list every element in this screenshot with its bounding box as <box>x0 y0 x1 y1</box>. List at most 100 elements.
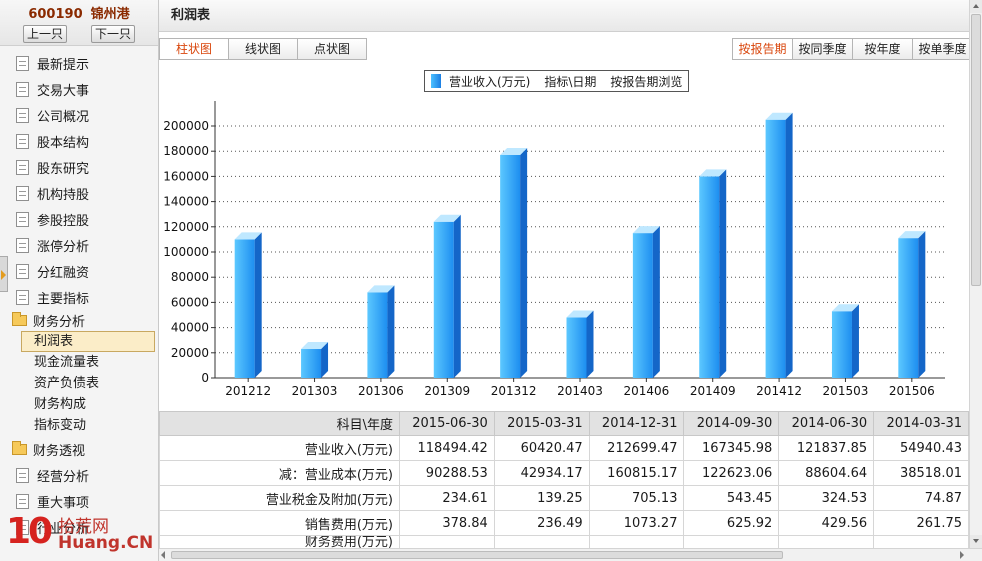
chart-type-switcher: 柱状图 线状图 点状图 <box>159 38 367 60</box>
table-cell <box>873 535 969 548</box>
y-tick-label: 100000 <box>163 245 209 259</box>
sidebar-item-major-events[interactable]: 交易大事 <box>0 76 158 102</box>
y-tick-label: 20000 <box>171 346 209 360</box>
sidebar-item-label: 最新提示 <box>37 57 90 73</box>
table-cell: 324.53 <box>778 485 875 511</box>
scroll-right-arrow-icon[interactable] <box>960 551 964 559</box>
dot-chart-tab[interactable]: 点状图 <box>297 38 367 60</box>
table-cell: 705.13 <box>588 485 685 511</box>
horizontal-scrollbar[interactable] <box>159 548 982 561</box>
x-tick-label: 201309 <box>424 384 470 398</box>
by-report-period-tab[interactable]: 按报告期 <box>732 38 793 60</box>
sidebar-item-indicator-changes[interactable]: 指标变动 <box>0 415 158 436</box>
bar-side <box>387 285 395 378</box>
sidebar-item-label: 交易大事 <box>37 83 90 99</box>
sidebar-item-label: 经营分析 <box>37 469 90 485</box>
table-cell <box>683 535 780 548</box>
x-tick-label: 201212 <box>225 384 271 398</box>
table-cell: 88604.64 <box>778 460 875 486</box>
sidebar-item-label: 公司概况 <box>37 109 90 125</box>
sidebar-folder-financial-insight[interactable]: 财务透视 <box>0 436 158 462</box>
sidebar-item-shareholder-research[interactable]: 股东研究 <box>0 154 158 180</box>
sidebar-item-label: 分红融资 <box>37 265 90 281</box>
table-header-cell[interactable]: 2015-06-30 <box>399 411 495 436</box>
document-icon <box>16 211 29 227</box>
table-row-label: 财务费用(万元) <box>159 535 400 548</box>
line-chart-tab[interactable]: 线状图 <box>228 38 298 60</box>
table-header-cell[interactable]: 2015-03-31 <box>493 411 590 436</box>
document-icon <box>16 493 29 509</box>
table-cell <box>588 535 685 548</box>
sidebar-folder-financial-analysis[interactable]: 财务分析 <box>0 310 158 331</box>
x-tick-label: 201506 <box>889 384 935 398</box>
horizontal-scroll-thumb[interactable] <box>171 551 783 559</box>
table-cell: 429.56 <box>778 510 875 536</box>
sidebar-item-balance-sheet[interactable]: 资产负债表 <box>0 373 158 394</box>
bar <box>500 154 521 378</box>
scroll-up-arrow-icon[interactable] <box>970 0 982 13</box>
table-header-cell[interactable]: 2014-06-30 <box>778 411 875 436</box>
scroll-left-arrow-icon[interactable] <box>161 551 165 559</box>
x-tick-label: 201303 <box>292 384 338 398</box>
table-cell: 118494.42 <box>399 435 495 461</box>
sidebar-item-financial-composition[interactable]: 财务构成 <box>0 394 158 415</box>
x-tick-label: 201312 <box>491 384 537 398</box>
main-panel: 利润表 柱状图 线状图 点状图 按报告期 按同季度 按年度 按单季度 营业收入(… <box>159 0 982 561</box>
sidebar-item-label: 主要指标 <box>37 291 90 307</box>
sidebar-item-label: 股东研究 <box>37 161 90 177</box>
by-same-quarter-tab[interactable]: 按同季度 <box>792 38 853 60</box>
y-tick-label: 200000 <box>163 119 209 133</box>
table-cell: 42934.17 <box>493 460 590 486</box>
sidebar-item-income-statement[interactable]: 利润表 <box>21 331 155 352</box>
sidebar-menu: 最新提示 交易大事 公司概况 股本结构 股东研究 机构持股 参股控股 涨停分析 … <box>0 50 158 310</box>
sidebar-item-cash-flow[interactable]: 现金流量表 <box>0 352 158 373</box>
table-cell <box>399 535 495 548</box>
vertical-scrollbar[interactable] <box>969 0 982 548</box>
y-tick-label: 80000 <box>171 270 209 284</box>
next-stock-button[interactable]: 下一只 <box>91 25 135 43</box>
sidebar-item-share-structure[interactable]: 股本结构 <box>0 128 158 154</box>
table-header-cell[interactable]: 2014-12-31 <box>588 411 685 436</box>
table-cell: 625.92 <box>683 510 780 536</box>
legend-axis-note: 指标\日期 <box>544 74 597 89</box>
bar-side <box>586 310 594 378</box>
table-cell: 160815.17 <box>588 460 685 486</box>
table-row-label: 减：营业成本(万元) <box>159 460 400 486</box>
stock-code: 600190 <box>28 7 83 22</box>
table-row: 营业税金及附加(万元) 234.61 139.25 705.13 543.45 … <box>159 485 969 511</box>
sidebar-item-latest-tips[interactable]: 最新提示 <box>0 50 158 76</box>
y-tick-label: 40000 <box>171 321 209 335</box>
bar <box>566 317 587 378</box>
sidebar-item-dividends-financing[interactable]: 分红融资 <box>0 258 158 284</box>
by-single-quarter-tab[interactable]: 按单季度 <box>912 38 973 60</box>
table-cell: 261.75 <box>873 510 969 536</box>
table-header-cell[interactable]: 2014-09-30 <box>683 411 780 436</box>
collapse-sidebar-handle[interactable] <box>0 256 8 292</box>
sidebar-item-institutional-holdings[interactable]: 机构持股 <box>0 180 158 206</box>
legend-series-label: 营业收入(万元) <box>449 74 531 89</box>
table-row-label: 营业收入(万元) <box>159 435 400 461</box>
scroll-down-arrow-icon[interactable] <box>970 535 982 548</box>
table-row: 销售费用(万元) 378.84 236.49 1073.27 625.92 42… <box>159 510 969 536</box>
legend-browse-mode: 按报告期浏览 <box>610 74 683 89</box>
bar <box>632 233 653 378</box>
table-header-cell: 科目\年度 <box>159 411 400 436</box>
watermark-logo: 10 拾荒网 Huang.CN <box>6 511 156 561</box>
sidebar-item-operation-analysis[interactable]: 经营分析 <box>0 462 158 488</box>
bar-side <box>918 231 926 378</box>
vertical-scroll-thumb[interactable] <box>971 14 981 286</box>
sidebar-item-company-profile[interactable]: 公司概况 <box>0 102 158 128</box>
legend-swatch <box>431 74 441 88</box>
sidebar-item-limit-up-analysis[interactable]: 涨停分析 <box>0 232 158 258</box>
bar-chart-tab[interactable]: 柱状图 <box>159 38 229 60</box>
table-header-cell[interactable]: 2014-03-31 <box>873 411 969 436</box>
period-switcher: 按报告期 按同季度 按年度 按单季度 <box>732 38 973 60</box>
by-year-tab[interactable]: 按年度 <box>852 38 913 60</box>
table-cell: 543.45 <box>683 485 780 511</box>
chart-legend: 营业收入(万元) 指标\日期 按报告期浏览 <box>424 70 690 92</box>
document-icon <box>16 133 29 149</box>
sidebar-item-equity-holdings[interactable]: 参股控股 <box>0 206 158 232</box>
table-cell: 212699.47 <box>588 435 685 461</box>
previous-stock-button[interactable]: 上一只 <box>23 25 67 43</box>
sidebar-item-key-indicators[interactable]: 主要指标 <box>0 284 158 310</box>
